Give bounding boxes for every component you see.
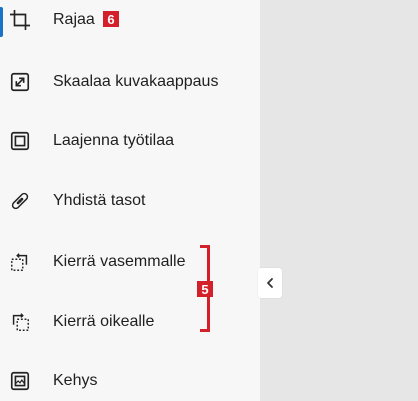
active-indicator (0, 7, 3, 37)
resize-icon (8, 70, 32, 94)
menu-item-label: Kierrä oikealle (53, 313, 155, 330)
menu-item-rotate-right[interactable]: Kierrä oikealle (0, 302, 260, 342)
menu-item-frame[interactable]: Kehys (0, 361, 260, 401)
merge-layers-icon (8, 189, 32, 213)
menu-item-label: Rajaa (53, 11, 95, 28)
tools-sidebar: Rajaa 6 Skaalaa kuvakaappaus Laajenna ty… (0, 0, 260, 401)
crop-icon (8, 8, 32, 32)
menu-item-label: Kehys (53, 372, 98, 389)
rotate-left-icon (8, 250, 32, 274)
frame-icon (8, 369, 32, 393)
annotation-badge-rotate: 5 (197, 281, 213, 297)
menu-item-rotate-left[interactable]: Kierrä vasemmalle (0, 242, 260, 282)
chevron-left-icon (264, 277, 276, 289)
annotation-badge-crop: 6 (103, 11, 119, 27)
menu-item-merge-layers[interactable]: Yhdistä tasot (0, 181, 260, 221)
expand-canvas-icon (8, 129, 32, 153)
menu-item-scale-screenshot[interactable]: Skaalaa kuvakaappaus (0, 62, 260, 102)
rotate-right-icon (8, 310, 32, 334)
collapse-panel-button[interactable] (258, 268, 282, 298)
menu-item-label: Laajenna työtilaa (53, 132, 174, 149)
menu-item-label: Kierrä vasemmalle (53, 253, 186, 270)
menu-item-label: Skaalaa kuvakaappaus (53, 73, 219, 90)
menu-item-crop[interactable]: Rajaa 6 (0, 0, 260, 40)
menu-item-label: Yhdistä tasot (53, 192, 146, 209)
menu-item-expand-workspace[interactable]: Laajenna työtilaa (0, 121, 260, 161)
